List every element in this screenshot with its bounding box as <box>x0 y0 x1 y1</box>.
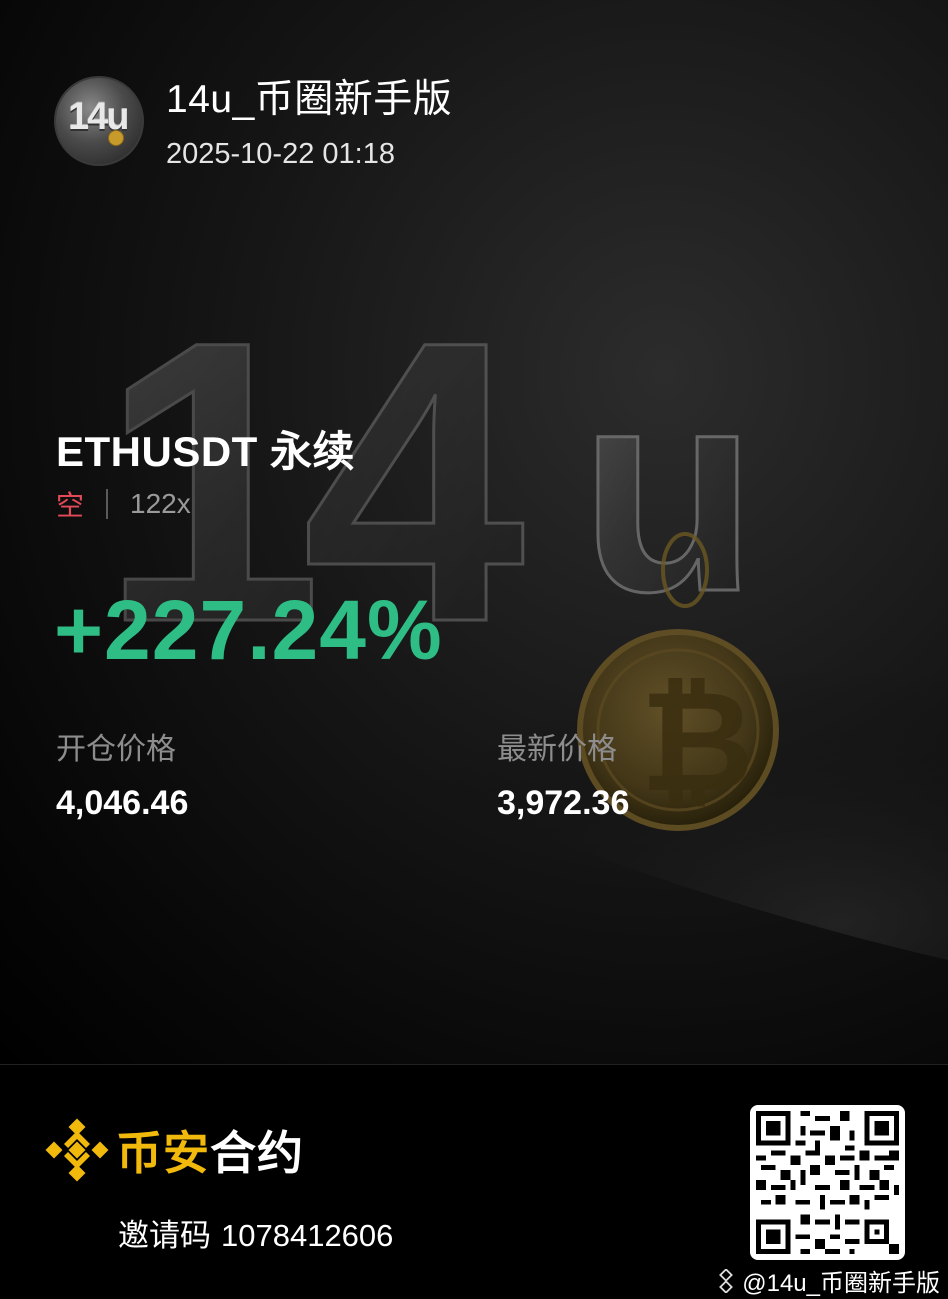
pnl-share-card: 14 u ₿ 14u 14u_币圈新手版 2025-10-22 01:18 ET… <box>0 0 948 1064</box>
binance-logo-icon <box>45 1118 109 1182</box>
coin-icon <box>108 130 124 146</box>
divider <box>106 489 109 519</box>
last-price-block: 最新价格 3,972.36 <box>497 730 629 824</box>
background-unit: u <box>580 328 757 652</box>
brand-name-part2: 合约 <box>210 1127 304 1179</box>
position-meta: 空 122x <box>56 484 191 524</box>
card-footer: 币安合约 邀请码 1078412606 @14u_币圈新手版 <box>0 1064 948 1299</box>
qr-code-icon[interactable] <box>750 1105 905 1260</box>
avatar: 14u <box>54 76 144 166</box>
watermark: @14u_币圈新手版 <box>714 1263 940 1298</box>
invite-code: 1078412606 <box>221 1218 394 1253</box>
svg-text:₿: ₿ <box>640 663 754 820</box>
last-price-value: 3,972.36 <box>497 784 630 822</box>
brand-name-part1: 币安 <box>116 1127 210 1179</box>
brand: 币安合约 <box>44 1117 304 1183</box>
position-side: 空 <box>56 490 85 521</box>
card-header: 14u 14u_币圈新手版 2025-10-22 01:18 <box>54 76 452 172</box>
pnl-percentage: +227.24% <box>54 583 443 677</box>
timestamp: 2025-10-22 01:18 <box>166 138 395 170</box>
leverage: 122x <box>130 488 191 519</box>
invite-code-line: 邀请码 1078412606 <box>118 1210 393 1255</box>
contract-symbol: ETHUSDT 永续 <box>56 428 356 475</box>
invite-label: 邀请码 <box>118 1218 211 1253</box>
open-price-block: 开仓价格 4,046.46 <box>56 730 188 824</box>
binance-square-icon <box>719 1268 734 1293</box>
watermark-text: @14u_币圈新手版 <box>742 1270 940 1297</box>
open-price-label: 开仓价格 <box>56 733 176 766</box>
username: 14u_币圈新手版 <box>166 78 453 121</box>
open-price-value: 4,046.46 <box>56 784 189 822</box>
last-price-label: 最新价格 <box>497 733 617 766</box>
